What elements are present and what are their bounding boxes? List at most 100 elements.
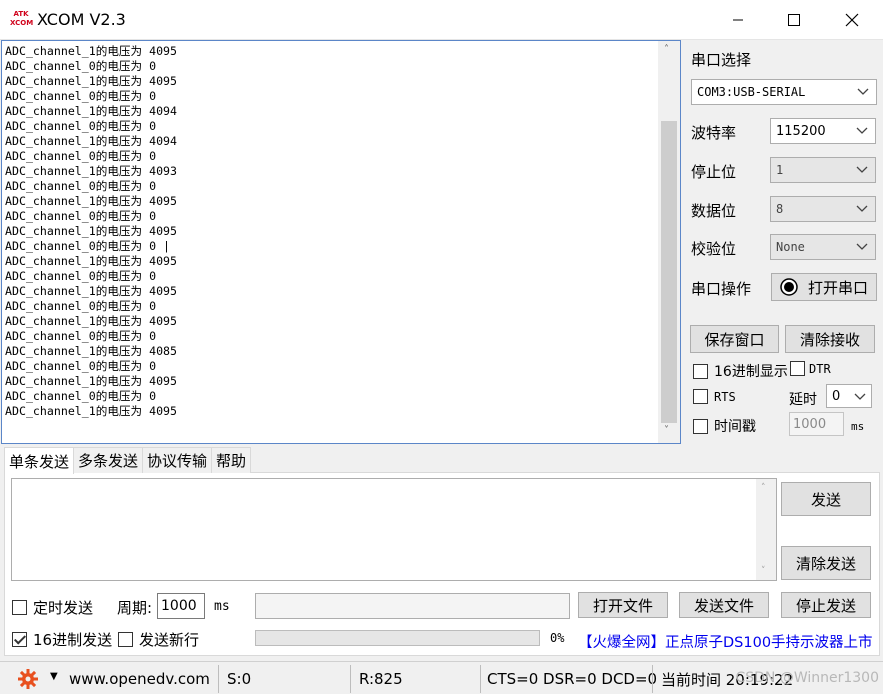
baud-select[interactable]: 115200: [770, 118, 876, 144]
send-tabs: 单条发送 多条发送 协议传输 帮助: [4, 447, 252, 474]
receive-line: ADC_channel_0的电压为 0: [5, 269, 157, 283]
receive-line: ADC_channel_0的电压为 0: [5, 89, 157, 103]
clear-send-button[interactable]: 清除发送: [781, 546, 871, 580]
tab-help[interactable]: 帮助: [211, 447, 252, 473]
watermark: CSDN @Winner1300: [735, 670, 879, 686]
app-logo-icon: ATK XCOM: [10, 10, 34, 27]
receive-line: ADC_channel_1的电压为 4094: [5, 134, 178, 148]
open-port-button[interactable]: 打开串口: [771, 273, 877, 301]
timestamp-checkbox[interactable]: 时间戳: [693, 416, 756, 436]
close-button[interactable]: [823, 0, 881, 40]
maximize-icon: [788, 14, 800, 26]
minimize-icon: [733, 19, 743, 21]
tab-multi-send[interactable]: 多条发送: [73, 447, 144, 473]
close-icon: [845, 13, 859, 27]
file-path-input[interactable]: [255, 593, 570, 619]
checkbox-box: [12, 632, 27, 647]
open-file-button[interactable]: 打开文件: [578, 592, 668, 618]
status-separator: [350, 665, 351, 693]
receive-line: ADC_channel_1的电压为 4095: [5, 194, 178, 208]
receive-scrollbar[interactable]: ˄ ˅: [658, 41, 680, 443]
receive-line: ADC_channel_0的电压为 0: [5, 179, 157, 193]
tab-single-send[interactable]: 单条发送: [4, 447, 75, 474]
receive-line: ADC_channel_1的电压为 4095: [5, 404, 178, 418]
promo-link[interactable]: 【火爆全网】正点原子DS100手持示波器上市: [578, 631, 873, 652]
stop-bits-select[interactable]: 1: [770, 157, 876, 183]
send-scrollbar[interactable]: ˄ ˅: [756, 479, 776, 580]
period-input[interactable]: 1000: [157, 593, 205, 619]
receive-line: ADC_channel_1的电压为 4095: [5, 44, 178, 58]
checkbox-box: [118, 632, 133, 647]
chevron-down-icon: [856, 243, 868, 250]
gear-icon[interactable]: [17, 668, 39, 690]
parity-label: 校验位: [691, 240, 737, 258]
scroll-thumb[interactable]: [661, 121, 677, 423]
status-separator: [218, 665, 219, 693]
checkbox-box: [693, 363, 708, 379]
port-operation-label: 串口操作: [691, 280, 752, 298]
delay-select[interactable]: 0: [826, 384, 872, 408]
stop-send-button[interactable]: 停止发送: [781, 592, 871, 618]
hex-send-checkbox[interactable]: 16进制发送: [12, 629, 112, 650]
send-button[interactable]: 发送: [781, 482, 871, 516]
chevron-down-icon: [854, 393, 866, 400]
port-label: 串口选择: [691, 51, 752, 69]
receive-textarea[interactable]: ADC_channel_1的电压为 4095 ADC_channel_0的电压为 …: [1, 40, 681, 444]
receive-line: ADC_channel_0的电压为 0: [5, 359, 157, 373]
checkbox-box: [693, 389, 708, 404]
receive-line: ADC_channel_1的电压为 4093: [5, 164, 178, 178]
receive-line: ADC_channel_1的电压为 4095: [5, 254, 178, 268]
scroll-up-icon[interactable]: ˄: [664, 44, 669, 55]
rts-checkbox[interactable]: RTS: [693, 389, 736, 404]
receive-line: ADC_channel_1的电压为 4095: [5, 284, 178, 298]
receive-line: ADC_channel_1的电压为 4095: [5, 374, 178, 388]
dropdown-arrow-icon[interactable]: ▼: [50, 671, 58, 682]
timed-send-checkbox[interactable]: 定时发送: [12, 597, 93, 618]
chevron-down-icon: [857, 88, 869, 95]
send-file-button[interactable]: 发送文件: [679, 592, 769, 618]
period-label: 周期:: [117, 599, 153, 617]
parity-select[interactable]: None: [770, 234, 876, 260]
timestamp-unit: ms: [851, 420, 865, 433]
stop-bits-label: 停止位: [691, 163, 737, 181]
receive-line: ADC_channel_1的电压为 4094: [5, 104, 178, 118]
chevron-down-icon: [856, 166, 868, 173]
receive-line: ADC_channel_0的电压为 0: [5, 149, 157, 163]
data-bits-select[interactable]: 8: [770, 196, 876, 222]
tab-protocol[interactable]: 协议传输: [142, 447, 213, 473]
receive-line: ADC_channel_0的电压为 0: [5, 59, 157, 73]
scroll-down-icon[interactable]: ˅: [761, 566, 766, 576]
status-separator: [480, 665, 481, 693]
minimize-button[interactable]: [709, 0, 767, 40]
receive-line: ADC_channel_0的电压为 0: [5, 389, 157, 403]
dtr-checkbox[interactable]: DTR: [790, 361, 831, 376]
website-link[interactable]: www.openedv.com: [69, 668, 210, 690]
checkbox-box: [12, 600, 27, 615]
send-progress-bar: [255, 630, 540, 646]
send-newline-checkbox[interactable]: 发送新行: [118, 629, 199, 650]
received-count: R:825: [359, 670, 403, 688]
scroll-down-icon[interactable]: ˅: [664, 425, 669, 436]
receive-line: ADC_channel_1的电压为 4095: [5, 74, 178, 88]
port-select[interactable]: COM3:USB-SERIAL: [691, 79, 877, 105]
scroll-up-icon[interactable]: ˄: [761, 483, 766, 493]
receive-line: ADC_channel_0的电压为 0: [5, 299, 157, 313]
maximize-button[interactable]: [765, 0, 823, 40]
clear-receive-button[interactable]: 清除接收: [785, 325, 875, 353]
checkbox-box: [790, 361, 805, 376]
title-bar: ATK XCOM XCOM V2.3: [0, 0, 883, 40]
progress-percent: 0%: [550, 631, 565, 645]
sent-count: S:0: [227, 670, 252, 688]
receive-line: ADC_channel_1的电压为 4085: [5, 344, 178, 358]
save-window-button[interactable]: 保存窗口: [690, 325, 779, 353]
period-unit: ms: [214, 599, 230, 614]
timestamp-input[interactable]: 1000: [789, 412, 844, 436]
delay-label: 延时: [789, 392, 817, 408]
hex-display-checkbox[interactable]: 16进制显示: [693, 361, 788, 381]
status-bar: ▼ www.openedv.com S:0 R:825 CTS=0 DSR=0 …: [0, 661, 883, 694]
send-textarea[interactable]: ˄ ˅: [11, 478, 777, 581]
data-bits-label: 数据位: [691, 202, 737, 220]
chevron-down-icon: [856, 205, 868, 212]
receive-line: ADC_channel_0的电压为 0: [5, 209, 157, 223]
window-title: XCOM V2.3: [37, 10, 126, 29]
